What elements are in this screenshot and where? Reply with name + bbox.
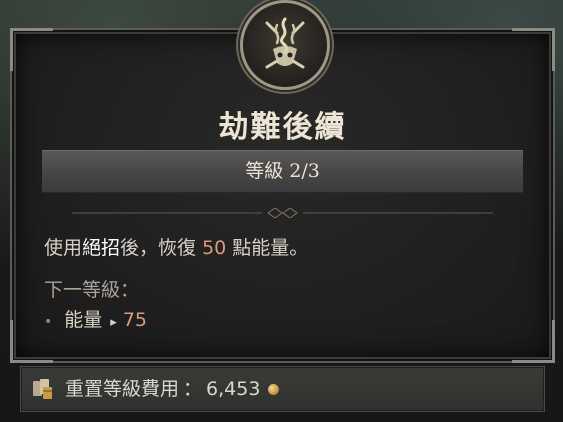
skill-title: 劫難後續 [218,110,347,145]
next-rank-stat-name: 能量 [64,309,103,331]
desc-middle: 後，恢復 [120,237,203,259]
panel-corner-ornament [512,28,555,71]
panel-corner-ornament [512,320,555,363]
reset-cost-label: 重置等級費用 [65,378,180,400]
desc-suffix: 點能量。 [226,237,309,259]
panel-corner-ornament [10,28,53,71]
respec-cost-icon [33,379,52,399]
ornamental-divider [72,208,493,218]
next-rank-stat: • 能量 ▸ 75 [44,305,147,332]
gold-coin-icon [268,384,280,395]
reset-cost-value: 6,453 [206,378,261,400]
arrow-right-icon: ▸ [110,315,117,330]
skill-description: 使用絕招後，恢復 50 點能量。 [44,233,308,260]
skill-emblem-icon [240,0,330,90]
skill-rank-bar: 等級 2/3 [42,150,523,193]
desc-prefix: 使用 [44,237,83,259]
desc-amount: 50 [202,237,227,259]
reset-cost-bar: 重置等級費用： 6,453 [20,366,545,412]
reset-cost-separator: ： [183,378,203,400]
bullet-icon: • [44,314,53,330]
game-screen: 劫難後續 等級 2/3 使用絕招後，恢復 50 點能量。 下一等級： • 能量 ▸ 7… [0,0,563,422]
next-rank-label: 下一等級： [44,279,140,301]
desc-keyword-ultimate[interactable]: 絕招 [82,237,120,259]
next-rank-stat-value: 75 [122,309,147,331]
skill-rank-label: 等級 2/3 [245,160,320,182]
reset-cost-text: 重置等級費用： 6,453 [65,367,280,411]
